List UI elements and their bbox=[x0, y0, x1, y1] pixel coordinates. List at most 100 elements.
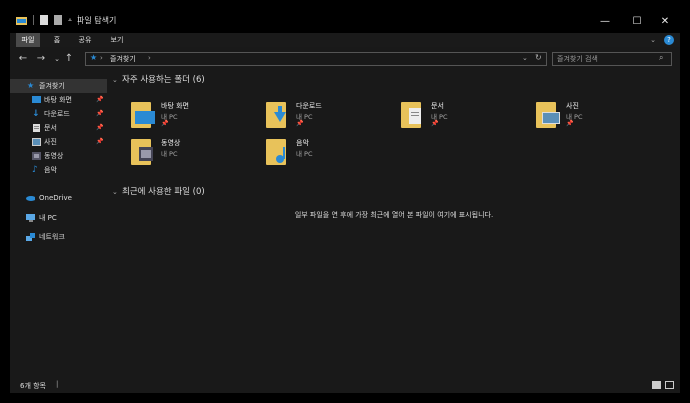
downloads-folder-icon bbox=[266, 102, 286, 128]
address-bar[interactable]: ★ › 즐겨찾기 › ⌄ ↻ bbox=[85, 52, 547, 66]
sidebar-item-label: 사진 bbox=[44, 138, 57, 146]
sidebar-item-label: 네트워크 bbox=[39, 233, 65, 241]
sidebar-item-downloads[interactable]: ↓ 다운로드 📌 bbox=[10, 107, 107, 121]
sidebar-item-label: 다운로드 bbox=[44, 110, 70, 118]
window-title: 파일 탐색기 bbox=[77, 16, 117, 25]
forward-button[interactable]: → bbox=[34, 52, 48, 66]
folder-location: 내 PC bbox=[296, 150, 313, 158]
status-divider: | bbox=[56, 380, 59, 388]
pin-icon: 📌 bbox=[296, 120, 304, 127]
navigation-bar: ← → ⌄ ↑ ★ › 즐겨찾기 › ⌄ ↻ 즐겨찾기 검색 ⌕ bbox=[10, 47, 680, 71]
sidebar-item-desktop[interactable]: 바탕 화면 📌 bbox=[10, 93, 107, 107]
toolbar-divider bbox=[33, 15, 34, 25]
download-icon: ↓ bbox=[32, 109, 40, 119]
help-icon[interactable]: ? bbox=[664, 35, 674, 45]
folder-name: 사진 bbox=[566, 102, 579, 110]
pin-icon: 📌 bbox=[96, 138, 104, 145]
sidebar-item-onedrive[interactable]: OneDrive bbox=[10, 191, 107, 205]
back-button[interactable]: ← bbox=[16, 52, 30, 66]
breadcrumb-separator: › bbox=[148, 54, 151, 62]
frequent-folders-title: 자주 사용하는 폴더 (6) bbox=[122, 75, 205, 85]
sidebar-item-label: 문서 bbox=[44, 124, 57, 132]
sidebar-item-videos[interactable]: 동영상 bbox=[10, 149, 107, 163]
folder-name: 바탕 화면 bbox=[161, 102, 189, 110]
refresh-icon[interactable]: ↻ bbox=[535, 53, 542, 62]
sidebar-item-label: OneDrive bbox=[39, 194, 72, 202]
recent-files-header[interactable]: ⌄ 최근에 사용한 파일 (0) bbox=[112, 185, 205, 197]
music-folder-icon bbox=[266, 139, 286, 165]
pictures-folder-icon bbox=[536, 102, 560, 128]
folder-icon bbox=[16, 16, 27, 25]
details-view-icon[interactable] bbox=[652, 381, 661, 389]
quick-access-toolbar: ⩡ bbox=[16, 15, 79, 25]
pin-icon: 📌 bbox=[566, 120, 574, 127]
sidebar-item-pictures[interactable]: 사진 📌 bbox=[10, 135, 107, 149]
folder-tile-documents[interactable]: 문서 내 PC 📌 bbox=[401, 100, 531, 136]
maximize-button[interactable]: ☐ bbox=[622, 10, 652, 33]
sidebar-item-label: 즐겨찾기 bbox=[39, 82, 65, 90]
up-button[interactable]: ↑ bbox=[62, 52, 76, 66]
address-dropdown-icon[interactable]: ⌄ bbox=[522, 54, 528, 62]
breadcrumb-quick-access[interactable]: 즐겨찾기 bbox=[110, 54, 136, 64]
desktop-icon bbox=[32, 96, 41, 103]
sidebar-item-music[interactable]: ♪ 음악 bbox=[10, 163, 107, 177]
item-count: 6개 항목 bbox=[20, 382, 46, 390]
folder-name: 다운로드 bbox=[296, 102, 322, 110]
network-icon bbox=[26, 233, 35, 241]
music-icon: ♪ bbox=[32, 165, 38, 175]
tab-view[interactable]: 보기 bbox=[106, 33, 128, 47]
folder-tile-downloads[interactable]: 다운로드 내 PC 📌 bbox=[266, 100, 396, 136]
folder-tile-videos[interactable]: 동영상 내 PC bbox=[131, 137, 261, 173]
star-icon: ★ bbox=[90, 53, 98, 62]
cloud-icon bbox=[26, 196, 35, 201]
sidebar-item-this-pc[interactable]: 내 PC bbox=[10, 211, 107, 225]
sidebar-item-label: 동영상 bbox=[44, 152, 64, 160]
recent-files-title: 최근에 사용한 파일 (0) bbox=[122, 187, 205, 197]
pc-icon bbox=[26, 214, 35, 222]
chevron-down-icon: ⌄ bbox=[112, 76, 118, 84]
folder-name: 음악 bbox=[296, 139, 309, 147]
folder-name: 동영상 bbox=[161, 139, 181, 147]
frequent-folders-header[interactable]: ⌄ 자주 사용하는 폴더 (6) bbox=[112, 73, 205, 85]
ribbon-tabs: 파일 홈 공유 보기 ⌄ ? bbox=[10, 33, 680, 47]
videos-folder-icon bbox=[131, 139, 153, 165]
folder-tile-desktop[interactable]: 바탕 화면 내 PC 📌 bbox=[131, 100, 261, 136]
pin-icon: 📌 bbox=[96, 96, 104, 103]
search-input[interactable]: 즐겨찾기 검색 bbox=[557, 54, 598, 64]
sidebar-item-label: 내 PC bbox=[39, 214, 57, 222]
video-icon bbox=[32, 152, 41, 160]
recent-files-empty-message: 일부 파일을 연 후에 가장 최근에 열어 본 파일이 여기에 표시됩니다. bbox=[294, 211, 494, 219]
status-bar: 6개 항목 | bbox=[10, 378, 680, 393]
folder-location: 내 PC bbox=[161, 150, 178, 158]
sidebar-item-quick-access[interactable]: ★ 즐겨찾기 bbox=[10, 79, 107, 93]
close-button[interactable]: ✕ bbox=[650, 10, 680, 33]
chevron-down-icon: ⌄ bbox=[112, 188, 118, 196]
navigation-pane: ★ 즐겨찾기 바탕 화면 📌 ↓ 다운로드 📌 문서 📌 사진 📌 동영상 ♪ … bbox=[10, 71, 107, 378]
tab-home[interactable]: 홈 bbox=[50, 33, 64, 47]
search-box[interactable]: 즐겨찾기 검색 ⌕ bbox=[552, 52, 672, 66]
new-folder-icon[interactable] bbox=[54, 15, 62, 25]
sidebar-item-network[interactable]: 네트워크 bbox=[10, 230, 107, 244]
title-bar: ⩡ 파일 탐색기 — ☐ ✕ bbox=[10, 10, 680, 33]
sidebar-item-label: 바탕 화면 bbox=[44, 96, 72, 104]
file-explorer-window: ⩡ 파일 탐색기 — ☐ ✕ 파일 홈 공유 보기 ⌄ ? ← → ⌄ ↑ ★ … bbox=[10, 10, 680, 393]
tab-share[interactable]: 공유 bbox=[74, 33, 96, 47]
sidebar-item-label: 음악 bbox=[44, 166, 57, 174]
folder-tile-music[interactable]: 음악 내 PC bbox=[266, 137, 396, 173]
desktop-folder-icon bbox=[131, 102, 155, 128]
document-icon bbox=[33, 124, 40, 132]
pictures-icon bbox=[32, 138, 41, 146]
folder-tile-pictures[interactable]: 사진 내 PC 📌 bbox=[536, 100, 666, 136]
properties-icon[interactable] bbox=[40, 15, 48, 25]
pin-icon: 📌 bbox=[431, 120, 439, 127]
search-icon: ⌕ bbox=[659, 53, 664, 62]
large-icons-view-icon[interactable] bbox=[665, 381, 674, 389]
expand-ribbon-icon[interactable]: ⌄ bbox=[648, 33, 658, 47]
breadcrumb-separator: › bbox=[100, 54, 103, 62]
minimize-button[interactable]: — bbox=[590, 10, 620, 33]
documents-folder-icon bbox=[401, 102, 421, 128]
sidebar-item-documents[interactable]: 문서 📌 bbox=[10, 121, 107, 135]
customize-toolbar-icon[interactable]: ⩡ bbox=[68, 16, 72, 25]
tab-file[interactable]: 파일 bbox=[16, 33, 40, 47]
pin-icon: 📌 bbox=[161, 120, 169, 127]
